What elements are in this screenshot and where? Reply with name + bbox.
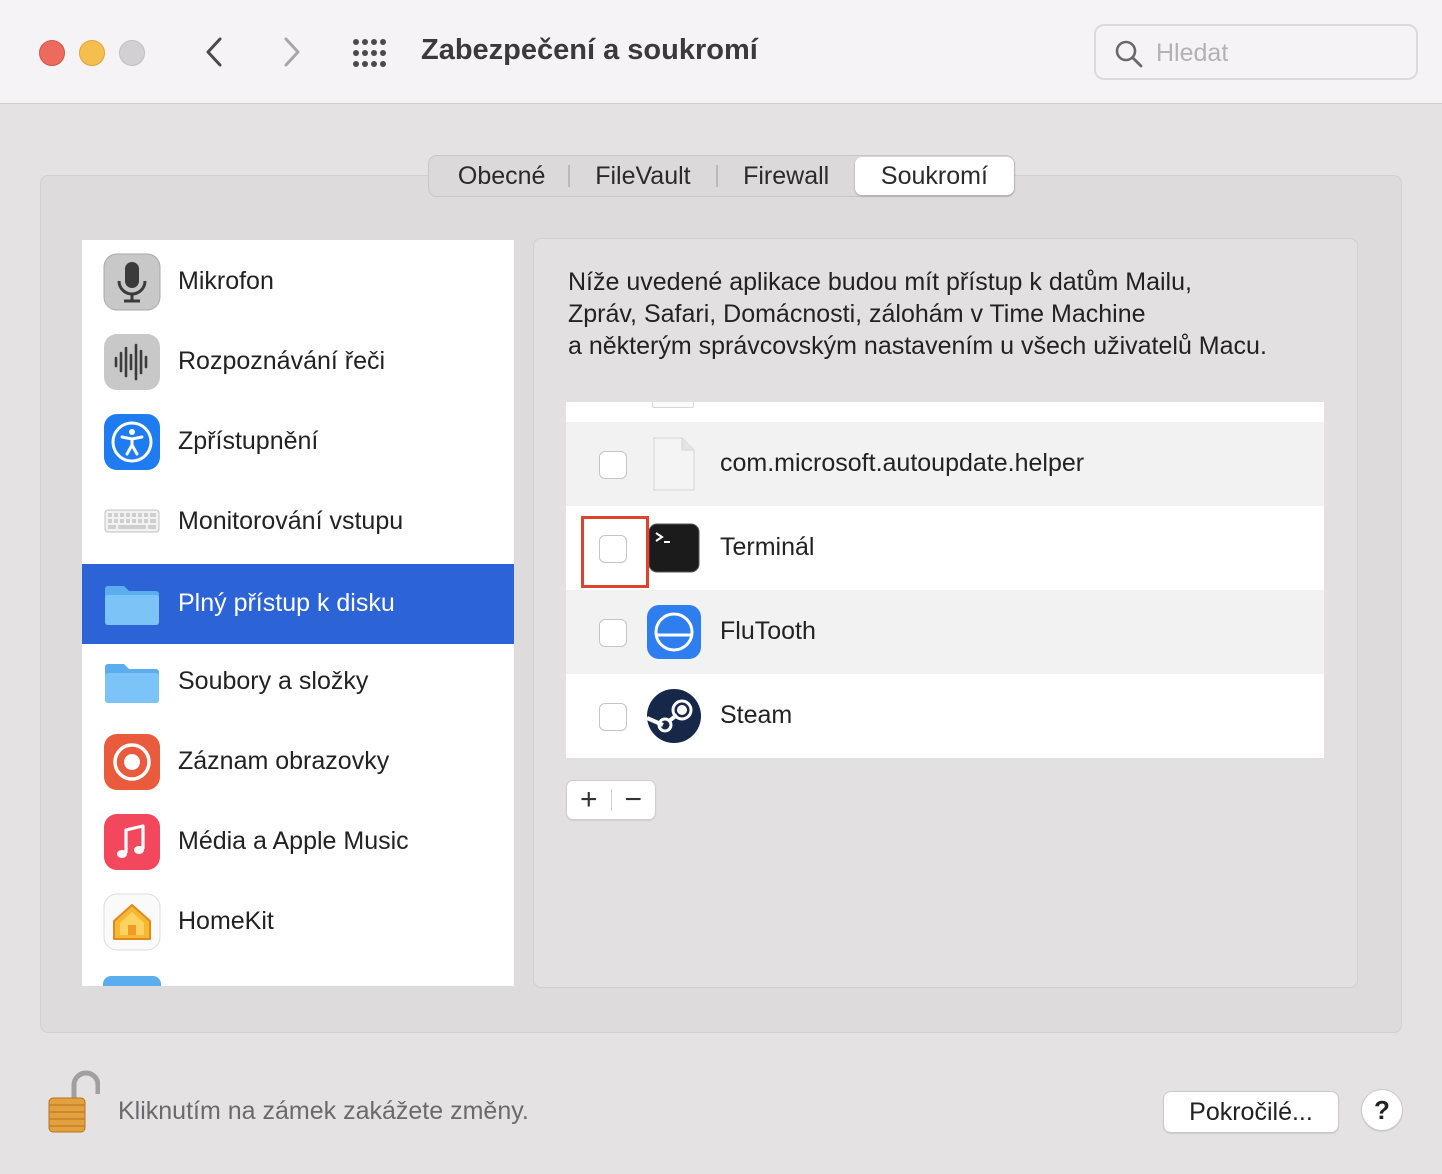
show-all-button[interactable] bbox=[352, 38, 392, 68]
app-row-steam[interactable]: Steam bbox=[566, 674, 1324, 758]
add-remove-control: + − bbox=[566, 780, 656, 820]
sidebar-item-accessibility[interactable]: Zpřístupnění bbox=[82, 402, 514, 482]
app-name: FluTooth bbox=[720, 617, 816, 645]
chevron-left-icon bbox=[206, 37, 222, 67]
sidebar-item-label: Monitorování vstupu bbox=[178, 507, 404, 535]
app-checkbox[interactable] bbox=[599, 451, 627, 479]
sidebar-item-label: Plný přístup k disku bbox=[178, 589, 395, 617]
lock-status-text: Kliknutím na zámek zakážete změny. bbox=[118, 1097, 529, 1125]
sidebar-item-files-and-folders[interactable]: Soubory a složky bbox=[82, 642, 514, 722]
sidebar-item-microphone[interactable]: Mikrofon bbox=[82, 242, 514, 322]
sidebar-item-label: HomeKit bbox=[178, 907, 274, 935]
advanced-button[interactable]: Pokročilé... bbox=[1163, 1091, 1339, 1133]
sidebar-item-speech-recognition[interactable]: Rozpoznávání řeči bbox=[82, 322, 514, 402]
sidebar-item-homekit[interactable]: HomeKit bbox=[82, 882, 514, 962]
homekit-icon bbox=[103, 893, 161, 951]
minimize-window-button[interactable] bbox=[79, 40, 105, 66]
description-line: a některým správcovským nastavením u vše… bbox=[568, 332, 1267, 360]
app-checkbox[interactable] bbox=[599, 535, 627, 563]
remove-app-button[interactable]: − bbox=[611, 781, 655, 819]
description-text: Níže uvedené aplikace budou mít přístup … bbox=[568, 266, 1348, 362]
sidebar-item-media-apple-music[interactable]: Média a Apple Music bbox=[82, 802, 514, 882]
keyboard-icon bbox=[104, 509, 160, 533]
app-checkbox[interactable] bbox=[599, 703, 627, 731]
privacy-category-list[interactable]: Mikrofon Rozpoznávání řeči Zpřístupnění bbox=[82, 240, 514, 986]
window-title: Zabezpečení a soukromí bbox=[421, 34, 758, 66]
description-line: Níže uvedené aplikace budou mít přístup … bbox=[568, 268, 1192, 296]
grid-icon bbox=[353, 39, 386, 67]
previous-row-icon-fragment bbox=[652, 402, 694, 408]
app-row-autoupdate[interactable]: com.microsoft.autoupdate.helper bbox=[566, 422, 1324, 506]
speech-recognition-icon bbox=[104, 334, 160, 390]
search-field[interactable] bbox=[1094, 24, 1418, 80]
sidebar-item-label: Soubory a složky bbox=[178, 667, 369, 695]
screen-recording-icon bbox=[104, 734, 160, 790]
sidebar-item-label: Záznam obrazovky bbox=[178, 747, 390, 775]
back-button[interactable] bbox=[200, 34, 230, 70]
music-icon bbox=[104, 814, 160, 870]
document-icon bbox=[653, 437, 695, 491]
description-line: Zpráv, Safari, Domácnosti, zálohám v Tim… bbox=[568, 300, 1146, 328]
app-list[interactable]: com.microsoft.autoupdate.helper Terminál… bbox=[566, 402, 1324, 758]
tab-filevault[interactable]: FileVault bbox=[570, 157, 715, 195]
next-item-icon-fragment bbox=[103, 976, 161, 986]
unlocked-padlock-icon[interactable] bbox=[46, 1068, 100, 1136]
search-input[interactable] bbox=[1156, 36, 1406, 70]
close-window-button[interactable] bbox=[39, 40, 65, 66]
app-row-terminal[interactable]: Terminál bbox=[566, 506, 1324, 590]
sidebar-item-input-monitoring[interactable]: Monitorování vstupu bbox=[82, 482, 514, 562]
search-icon bbox=[1115, 40, 1143, 68]
forward-button[interactable] bbox=[276, 34, 306, 70]
accessibility-icon bbox=[104, 414, 160, 470]
app-row-flutooth[interactable]: FluTooth bbox=[566, 590, 1324, 674]
app-name: Terminál bbox=[720, 533, 815, 561]
folder-icon bbox=[105, 664, 159, 703]
sidebar-item-label: Média a Apple Music bbox=[178, 827, 409, 855]
sidebar-item-label: Mikrofon bbox=[178, 267, 274, 295]
app-name: Steam bbox=[720, 701, 793, 729]
sidebar-item-screen-recording[interactable]: Záznam obrazovky bbox=[82, 722, 514, 802]
zoom-window-button[interactable] bbox=[119, 40, 145, 66]
app-name: com.microsoft.autoupdate.helper bbox=[720, 449, 1085, 477]
add-app-button[interactable]: + bbox=[567, 781, 611, 819]
tab-firewall[interactable]: Firewall bbox=[718, 157, 855, 195]
tab-general[interactable]: Obecné bbox=[435, 157, 568, 195]
flutooth-icon bbox=[647, 605, 701, 659]
folder-icon bbox=[105, 586, 159, 625]
title-bar: Zabezpečení a soukromí bbox=[0, 0, 1442, 104]
sidebar-item-label: Rozpoznávání řeči bbox=[178, 347, 386, 375]
microphone-icon bbox=[103, 253, 161, 311]
steam-icon bbox=[646, 689, 701, 743]
sidebar-item-label: Zpřístupnění bbox=[178, 427, 319, 455]
terminal-icon bbox=[648, 523, 700, 573]
help-button[interactable]: ? bbox=[1361, 1089, 1403, 1131]
chevron-right-icon bbox=[284, 37, 300, 67]
sidebar-item-full-disk-access[interactable]: Plný přístup k disku bbox=[82, 564, 514, 644]
tab-bar: Obecné FileVault Firewall Soukromí bbox=[428, 155, 1015, 197]
tab-privacy[interactable]: Soukromí bbox=[854, 157, 1014, 195]
app-checkbox[interactable] bbox=[599, 619, 627, 647]
